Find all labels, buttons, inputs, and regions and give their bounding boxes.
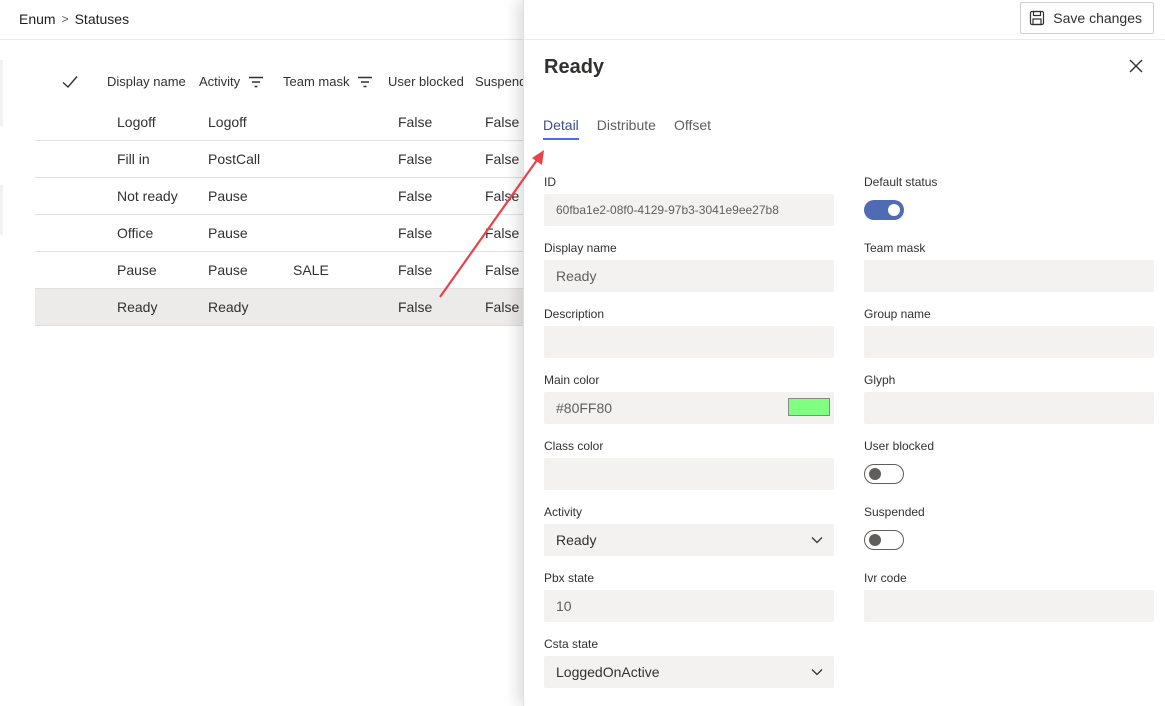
cell-user-blocked: False xyxy=(398,262,433,278)
activity-dropdown[interactable]: Ready xyxy=(544,524,834,556)
cell-activity: PostCall xyxy=(208,151,261,167)
cell-display-name: Fill in xyxy=(117,151,150,167)
cell-activity: Pause xyxy=(208,188,248,204)
breadcrumb: Enum > Statuses xyxy=(19,11,129,27)
column-header-activity[interactable]: Activity xyxy=(199,74,264,89)
class-color-label: Class color xyxy=(544,439,604,453)
group-name-field[interactable] xyxy=(864,326,1154,358)
breadcrumb-current: Statuses xyxy=(74,11,130,27)
activity-value: Ready xyxy=(556,532,597,548)
table-row-selected[interactable]: Ready Ready False False xyxy=(35,289,535,326)
display-name-label: Display name xyxy=(544,241,617,255)
close-icon[interactable] xyxy=(1128,58,1144,74)
tab-distribute[interactable]: Distribute xyxy=(597,117,656,138)
display-name-field[interactable]: Ready xyxy=(544,260,834,292)
tab-detail[interactable]: Detail xyxy=(543,117,579,140)
left-edge-marker xyxy=(0,60,3,126)
cell-display-name: Not ready xyxy=(117,188,178,204)
cell-activity: Pause xyxy=(208,262,248,278)
pbx-state-field[interactable]: 10 xyxy=(544,590,834,622)
breadcrumb-root[interactable]: Enum xyxy=(19,11,56,27)
ivr-code-label: Ivr code xyxy=(864,571,907,585)
cell-suspended: False xyxy=(485,299,520,315)
cell-suspended: False xyxy=(485,151,520,167)
display-name-value: Ready xyxy=(556,268,597,284)
cell-user-blocked: False xyxy=(398,225,433,241)
filter-icon[interactable] xyxy=(358,76,373,88)
main-color-value: #80FF80 xyxy=(556,400,613,416)
save-changes-button[interactable]: Save changes xyxy=(1020,2,1154,34)
panel-toolbar: Save changes xyxy=(524,0,1165,40)
activity-label: Activity xyxy=(544,505,583,519)
cell-suspended: False xyxy=(485,114,520,130)
cell-suspended: False xyxy=(485,225,520,241)
toggle-knob xyxy=(869,468,881,480)
csta-state-label: Csta state xyxy=(544,637,599,651)
cell-display-name: Office xyxy=(117,225,154,241)
suspended-label: Suspended xyxy=(864,505,925,519)
class-color-field[interactable] xyxy=(544,458,834,490)
chevron-down-icon xyxy=(811,537,823,544)
id-value: 60fba1e2-08f0-4129-97b3-3041e9ee27b8 xyxy=(556,203,779,217)
description-label: Description xyxy=(544,307,605,321)
filter-icon[interactable] xyxy=(249,76,264,88)
column-header-team-mask[interactable]: Team mask xyxy=(283,74,373,89)
table-row[interactable]: Office Pause False False xyxy=(35,215,535,252)
id-label: ID xyxy=(544,175,556,189)
glyph-field[interactable] xyxy=(864,392,1154,424)
table-row[interactable]: Fill in PostCall False False xyxy=(35,141,535,178)
toggle-knob xyxy=(888,204,900,216)
breadcrumb-separator: > xyxy=(61,12,69,26)
user-blocked-label: User blocked xyxy=(864,439,935,453)
cell-activity: Pause xyxy=(208,225,248,241)
cell-activity: Ready xyxy=(208,299,249,315)
cell-display-name: Ready xyxy=(117,299,158,315)
table-row[interactable]: Not ready Pause False False xyxy=(35,178,535,215)
cell-suspended: False xyxy=(485,188,520,204)
checkmark-icon[interactable] xyxy=(61,73,79,91)
tab-offset[interactable]: Offset xyxy=(674,117,711,138)
group-name-label: Group name xyxy=(864,307,931,321)
color-swatch[interactable] xyxy=(788,398,830,416)
team-mask-label: Team mask xyxy=(864,241,926,255)
grid-header: Display name Activity Team mask User blo… xyxy=(35,64,535,100)
detail-panel: Save changes Ready Detail Distribute Off… xyxy=(523,0,1165,706)
glyph-label: Glyph xyxy=(864,373,896,387)
left-edge-marker xyxy=(0,185,3,235)
cell-user-blocked: False xyxy=(398,299,433,315)
ivr-code-field[interactable] xyxy=(864,590,1154,622)
panel-tabs: Detail Distribute Offset xyxy=(543,117,729,140)
pbx-state-value: 10 xyxy=(556,598,572,614)
chevron-down-icon xyxy=(811,669,823,676)
save-changes-label: Save changes xyxy=(1053,10,1142,26)
cell-user-blocked: False xyxy=(398,114,433,130)
main-color-label: Main color xyxy=(544,373,600,387)
team-mask-field[interactable] xyxy=(864,260,1154,292)
cell-activity: Logoff xyxy=(208,114,247,130)
cell-user-blocked: False xyxy=(398,188,433,204)
panel-title: Ready xyxy=(544,56,605,78)
column-header-display-name[interactable]: Display name xyxy=(107,74,186,89)
default-status-label: Default status xyxy=(864,175,938,189)
column-header-user-blocked[interactable]: User blocked xyxy=(388,74,464,89)
csta-state-dropdown[interactable]: LoggedOnActive xyxy=(544,656,834,688)
suspended-toggle[interactable] xyxy=(864,530,904,550)
cell-display-name: Pause xyxy=(117,262,157,278)
default-status-toggle[interactable] xyxy=(864,200,904,220)
csta-state-value: LoggedOnActive xyxy=(556,664,660,680)
table-row[interactable]: Pause Pause SALE False False xyxy=(35,252,535,289)
pbx-state-label: Pbx state xyxy=(544,571,595,585)
table-row[interactable]: Logoff Logoff False False xyxy=(35,104,535,141)
save-icon xyxy=(1030,10,1045,26)
toggle-knob xyxy=(869,534,881,546)
cell-team-mask: SALE xyxy=(293,262,329,278)
id-field[interactable]: 60fba1e2-08f0-4129-97b3-3041e9ee27b8 xyxy=(544,194,834,226)
cell-user-blocked: False xyxy=(398,151,433,167)
main-color-field[interactable]: #80FF80 xyxy=(544,392,834,424)
cell-display-name: Logoff xyxy=(117,114,156,130)
user-blocked-toggle[interactable] xyxy=(864,464,904,484)
cell-suspended: False xyxy=(485,262,520,278)
description-field[interactable] xyxy=(544,326,834,358)
grid-rows: Logoff Logoff False False Fill in PostCa… xyxy=(35,104,535,326)
